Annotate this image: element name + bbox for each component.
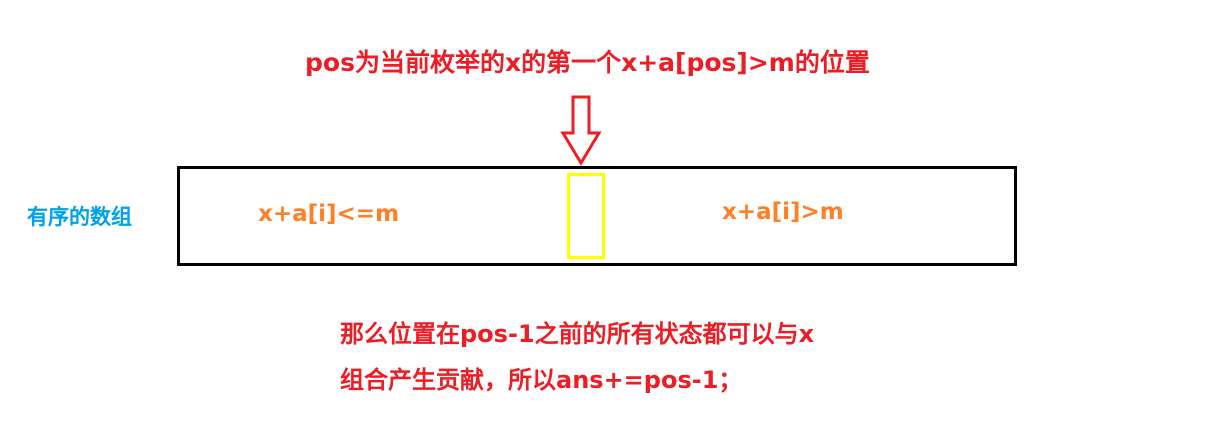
conclusion-line-2: 组合产生贡献，所以ans+=pos-1；: [340, 366, 743, 394]
conclusion-line-1: 那么位置在pos-1之前的所有状态都可以与x: [340, 320, 815, 348]
right-region-condition: x+a[i]>m: [722, 199, 844, 225]
down-arrow-icon: [560, 95, 602, 166]
pos-cell-highlight: [567, 173, 605, 259]
diagram-canvas: pos为当前枚举的x的第一个x+a[pos]>m的位置 有序的数组 x+a[i]…: [0, 0, 1217, 424]
diagram-title: pos为当前枚举的x的第一个x+a[pos]>m的位置: [305, 48, 870, 77]
left-region-condition: x+a[i]<=m: [258, 201, 400, 227]
array-label: 有序的数组: [27, 205, 132, 229]
